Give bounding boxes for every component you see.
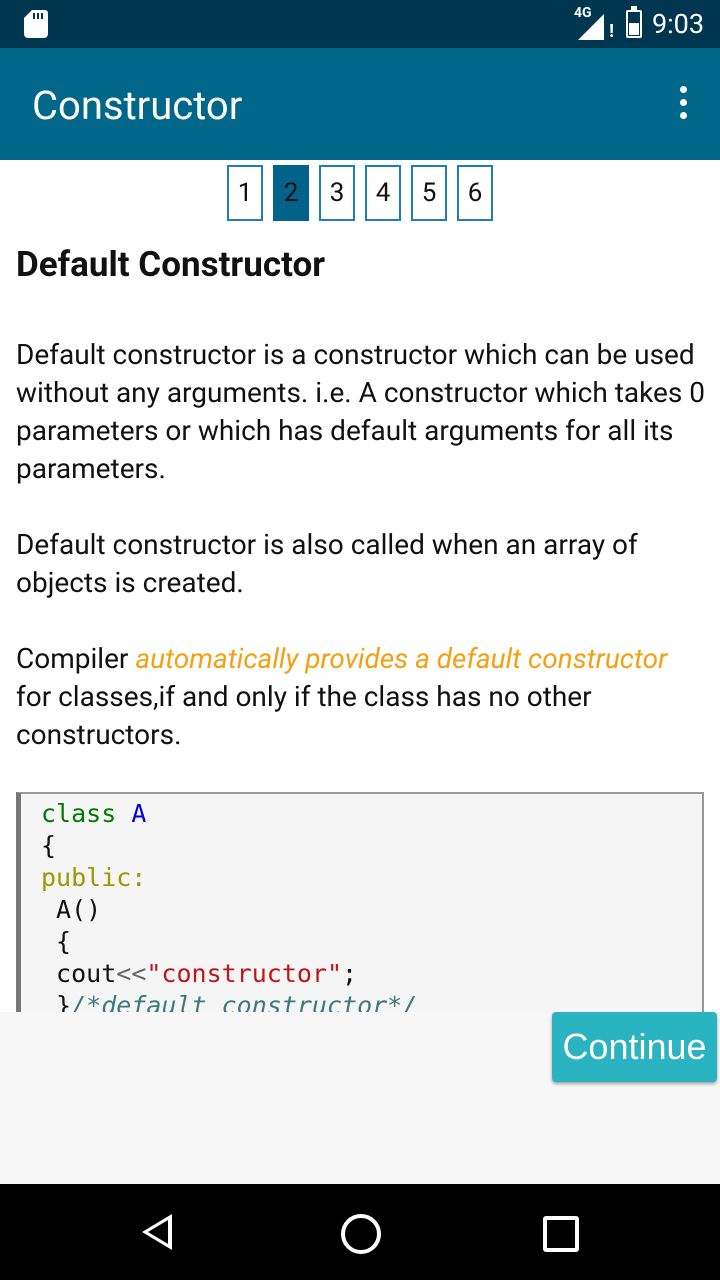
status-icons: 4G ! 9:03 [573, 5, 704, 42]
compiler-text-suffix: for classes,if and only if the class has… [16, 680, 592, 751]
code-line: }/*default constructor*/ [41, 990, 702, 1012]
back-icon[interactable] [142, 1214, 172, 1250]
battery-icon [625, 6, 642, 38]
status-bar: 4G ! 9:03 [0, 0, 720, 48]
paragraph-definition: Default constructor is a constructor whi… [16, 338, 705, 485]
continue-button[interactable]: Continue [552, 1012, 717, 1082]
app-title: Constructor [32, 82, 243, 129]
overflow-menu-icon[interactable] [678, 86, 688, 120]
home-icon[interactable] [341, 1214, 381, 1254]
page-button-5[interactable]: 5 [411, 165, 447, 221]
code-line: { [41, 927, 72, 956]
code-comment: /*default constructor*/ [71, 991, 418, 1012]
code-punctuation: ; [342, 959, 358, 988]
code-line: class A [41, 798, 702, 830]
section-heading: Default Constructor [16, 244, 326, 285]
sd-card-icon [24, 10, 48, 38]
code-block: class A{public: A() { cout<<"constructor… [16, 792, 704, 1012]
code-class-name: A [131, 799, 147, 828]
system-navigation-bar [0, 1184, 720, 1280]
page-button-6[interactable]: 6 [457, 165, 493, 221]
code-brace: } [41, 991, 72, 1012]
recent-apps-icon[interactable] [543, 1216, 579, 1252]
code-string: "constructor" [146, 959, 343, 988]
lesson-content[interactable]: Default Constructor Default constructor … [0, 228, 720, 1012]
page-button-4[interactable]: 4 [365, 165, 401, 221]
page-button-2[interactable]: 2 [273, 165, 309, 221]
signal-icon: 4G ! [573, 5, 614, 42]
code-line: { [41, 831, 57, 860]
page-tabs: 1 2 3 4 5 6 [0, 160, 720, 228]
code-operator: << [116, 959, 147, 988]
code-line: cout<<"constructor"; [41, 958, 702, 990]
compiler-text-prefix: Compiler [16, 642, 136, 675]
page-button-1[interactable]: 1 [227, 165, 263, 221]
app-bar: Constructor [0, 48, 720, 160]
clock: 9:03 [651, 8, 704, 40]
paragraph-array: Default constructor is also called when … [16, 528, 638, 599]
code-keyword: class [41, 799, 117, 828]
code-access-specifier: public: [41, 863, 147, 892]
page-button-3[interactable]: 3 [319, 165, 355, 221]
bottom-action-area: Continue [0, 1012, 720, 1184]
paragraph-compiler: Compiler automatically provides a defaul… [16, 640, 706, 754]
highlighted-text: automatically provides a default constru… [135, 642, 668, 675]
code-identifier: cout [41, 959, 117, 988]
code-line: A() [41, 895, 102, 924]
